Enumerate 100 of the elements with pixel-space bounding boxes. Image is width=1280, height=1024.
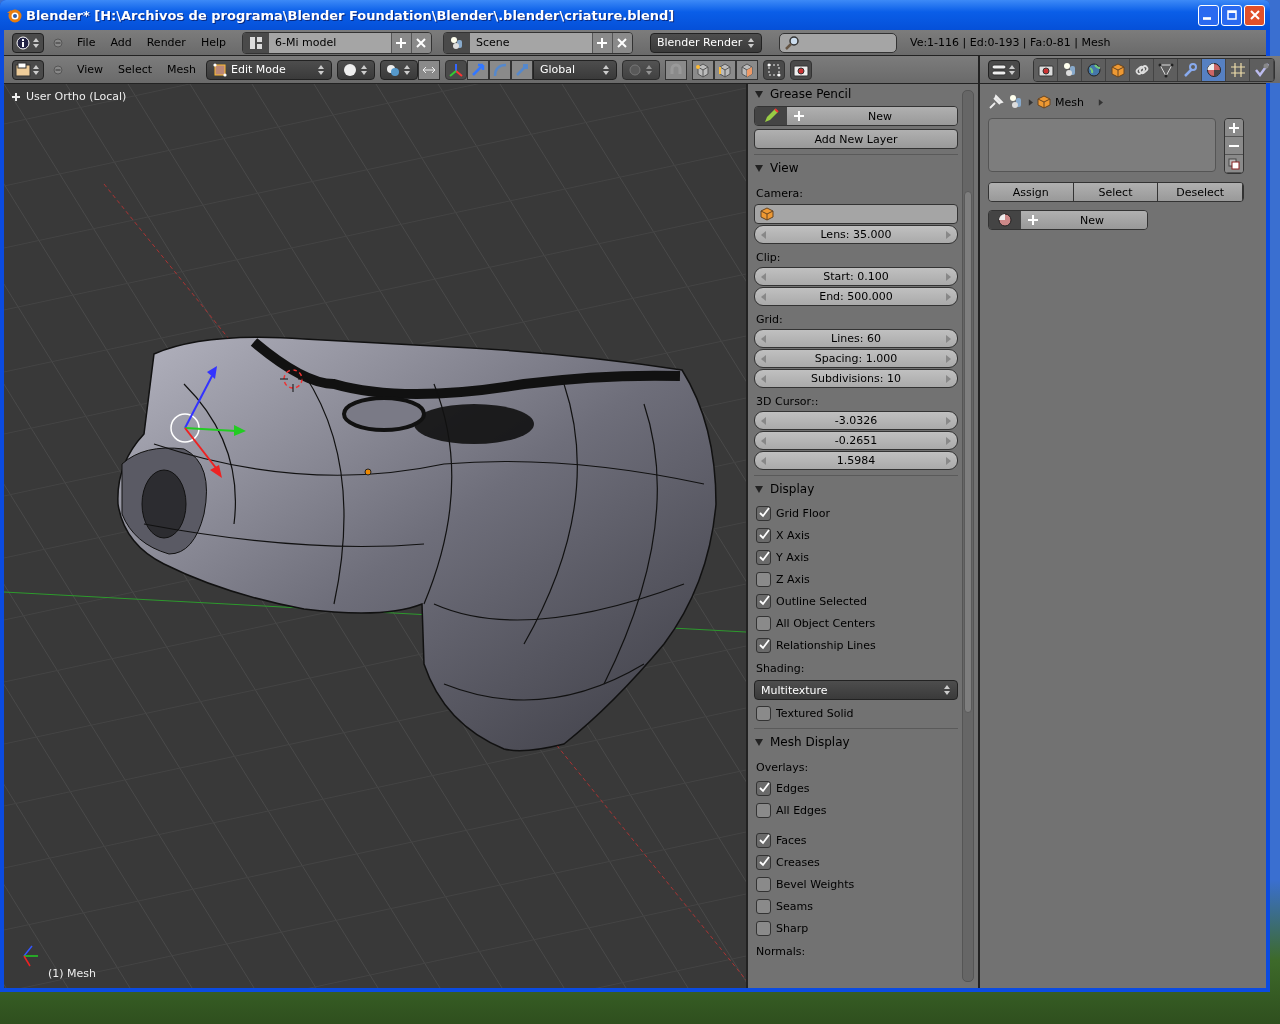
properties-tab[interactable] bbox=[1250, 58, 1274, 81]
minimize-icon bbox=[1203, 16, 1211, 20]
panel-title[interactable]: View bbox=[770, 161, 799, 175]
scene-statistics: Ve:1-116 | Ed:0-193 | Fa:0-81 | Mesh bbox=[909, 36, 1111, 49]
select-mode-button[interactable] bbox=[714, 59, 736, 80]
add-slot-button[interactable] bbox=[1225, 119, 1243, 137]
checkbox-label: Y Axis bbox=[776, 550, 810, 564]
grease-pencil-button[interactable] bbox=[755, 107, 787, 125]
scale-button[interactable] bbox=[511, 59, 533, 80]
search-field[interactable] bbox=[778, 32, 897, 53]
render-engine-dropdown[interactable]: Blender Render bbox=[649, 32, 762, 53]
orientation-dropdown[interactable]: Global bbox=[533, 59, 617, 80]
slot-action-button[interactable]: Deselect bbox=[1158, 183, 1243, 201]
rotate-button[interactable] bbox=[489, 59, 511, 80]
plus-icon[interactable] bbox=[12, 92, 20, 101]
checkbox[interactable] bbox=[756, 593, 771, 609]
select-mode-button[interactable] bbox=[692, 59, 714, 80]
maximize-button[interactable] bbox=[1221, 4, 1242, 26]
checkbox-label: Creases bbox=[776, 855, 820, 869]
minimize-button[interactable] bbox=[1198, 4, 1219, 26]
new-button[interactable]: New bbox=[787, 107, 957, 125]
checkmark-icon bbox=[757, 782, 770, 794]
checkbox[interactable] bbox=[756, 876, 771, 892]
slot-action-button[interactable]: Select bbox=[1073, 183, 1159, 201]
new-material-button[interactable]: New bbox=[1021, 211, 1147, 229]
toggles-icon bbox=[991, 61, 1017, 78]
pivot-point-dropdown[interactable] bbox=[380, 59, 418, 80]
checkbox[interactable] bbox=[756, 549, 771, 565]
slot-action-button[interactable]: Assign bbox=[989, 183, 1074, 201]
checkbox[interactable] bbox=[756, 920, 771, 936]
properties-tab[interactable] bbox=[1106, 58, 1130, 81]
properties-tab[interactable] bbox=[1082, 58, 1106, 81]
manipulator-center-button[interactable] bbox=[418, 59, 440, 80]
maximize-icon bbox=[1226, 10, 1237, 20]
manipulator-toggle-button[interactable] bbox=[445, 59, 467, 80]
panel-title[interactable]: Mesh Display bbox=[770, 735, 850, 749]
checkbox[interactable] bbox=[756, 571, 771, 587]
mode-dropdown[interactable]: Edit Mode bbox=[206, 59, 332, 80]
properties-tab[interactable] bbox=[1130, 58, 1154, 81]
copy-icon bbox=[1228, 157, 1240, 170]
up-down-arrows-icon bbox=[602, 63, 610, 76]
checkbox[interactable] bbox=[756, 527, 771, 543]
properties-tab[interactable] bbox=[1226, 58, 1250, 81]
editor-type-button[interactable] bbox=[12, 59, 44, 80]
material-browse-button[interactable] bbox=[989, 211, 1021, 229]
field-label: Normals: bbox=[755, 944, 807, 960]
checkbox[interactable] bbox=[756, 637, 771, 653]
menu-item[interactable]: Add bbox=[105, 32, 137, 53]
cube-icon bbox=[1037, 95, 1051, 109]
collapse-triangle-icon[interactable] bbox=[754, 89, 764, 99]
pin-icon[interactable] bbox=[988, 94, 1004, 110]
add-new-layer-button[interactable]: Add New Layer bbox=[754, 129, 958, 149]
menu-item[interactable]: File bbox=[72, 32, 101, 53]
translate-button[interactable] bbox=[467, 59, 489, 80]
collapse-triangle-icon[interactable] bbox=[754, 163, 764, 173]
menu-item[interactable]: Render bbox=[141, 32, 191, 53]
arrow-icon bbox=[470, 61, 486, 78]
properties-tab[interactable] bbox=[1202, 58, 1226, 81]
close-button[interactable] bbox=[1244, 4, 1265, 26]
up-down-arrows-icon bbox=[746, 36, 755, 49]
editor-type-button[interactable] bbox=[12, 32, 44, 53]
menu-item[interactable]: Select bbox=[113, 59, 158, 80]
viewport-shading-dropdown[interactable] bbox=[337, 59, 375, 80]
menu-item[interactable]: Mesh bbox=[162, 59, 201, 80]
checkbox[interactable] bbox=[756, 505, 771, 521]
snap-button[interactable] bbox=[665, 59, 687, 80]
collapse-triangle-icon[interactable] bbox=[754, 484, 764, 494]
select-mode-button[interactable] bbox=[736, 59, 758, 80]
menu-item[interactable]: View bbox=[72, 59, 109, 80]
camera-field[interactable] bbox=[754, 204, 958, 224]
checkbox[interactable] bbox=[756, 780, 771, 796]
lamp-cylinder-icon bbox=[1061, 61, 1078, 78]
collapse-triangle-icon[interactable] bbox=[754, 737, 764, 747]
render-camera-button[interactable] bbox=[790, 59, 812, 80]
window-title: Blender* [H:\Archivos de programa\Blender Foundation\Blender\.blender\criature.blend] bbox=[26, 7, 676, 23]
checkbox[interactable] bbox=[756, 615, 771, 631]
3d-viewport[interactable]: User Ortho (Local) (1) Mesh bbox=[4, 84, 746, 988]
checkbox[interactable] bbox=[756, 802, 771, 818]
proportional-editing-dropdown[interactable] bbox=[622, 59, 660, 80]
checkbox[interactable] bbox=[756, 854, 771, 870]
menu-item[interactable]: Help bbox=[195, 32, 231, 53]
properties-tab[interactable] bbox=[1034, 58, 1058, 81]
checkbox-label: Bevel Weights bbox=[776, 877, 855, 891]
properties-tab[interactable] bbox=[1178, 58, 1202, 81]
cube-icon bbox=[739, 61, 755, 78]
breadcrumb-text: Mesh bbox=[1055, 95, 1084, 109]
panel-title[interactable]: Grease Pencil bbox=[770, 87, 852, 101]
checkbox[interactable] bbox=[756, 832, 771, 848]
checkbox[interactable] bbox=[756, 705, 771, 721]
scrollbar[interactable] bbox=[962, 90, 974, 982]
checkbox[interactable] bbox=[756, 898, 771, 914]
panel-title[interactable]: Display bbox=[770, 482, 815, 496]
remove-slot-button[interactable] bbox=[1225, 137, 1243, 155]
arc-icon bbox=[492, 61, 508, 78]
occlude-geometry-button[interactable] bbox=[763, 59, 785, 80]
copy-slot-button[interactable] bbox=[1225, 155, 1243, 173]
shading-dropdown[interactable]: Multitexture bbox=[754, 680, 958, 700]
properties-tab[interactable] bbox=[1154, 58, 1178, 81]
properties-tab[interactable] bbox=[1058, 58, 1082, 81]
editor-type-button[interactable] bbox=[988, 59, 1020, 80]
